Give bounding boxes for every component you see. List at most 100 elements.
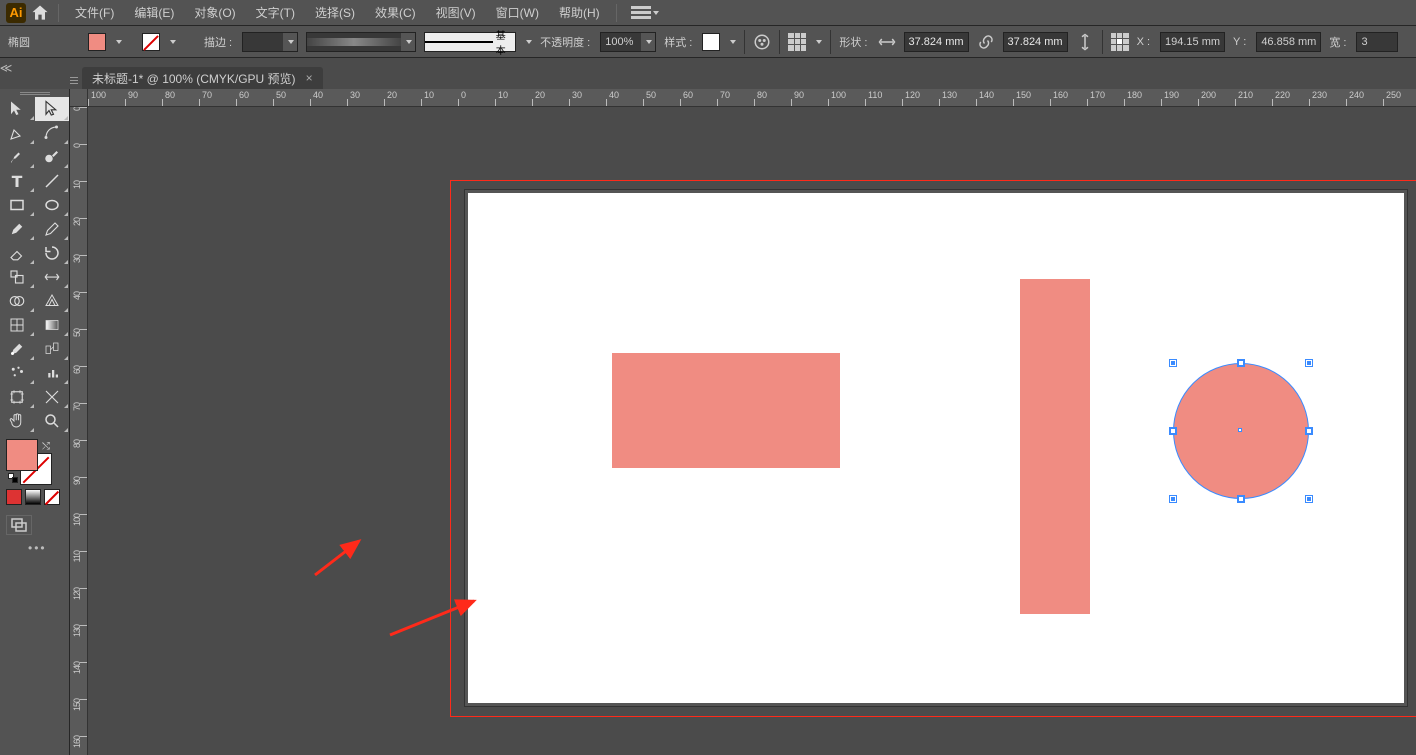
- tool-curvature[interactable]: [35, 121, 70, 145]
- tool-rotate[interactable]: [35, 241, 70, 265]
- menu-window[interactable]: 窗口(W): [488, 2, 547, 23]
- tool-type[interactable]: [0, 169, 35, 193]
- tool-artboard[interactable]: [0, 385, 35, 409]
- tool-blob-brush[interactable]: [35, 145, 70, 169]
- chevron-down-icon[interactable]: [526, 40, 532, 44]
- y-input[interactable]: 46.858 mm: [1256, 32, 1321, 52]
- document-tab[interactable]: 未标题-1* @ 100% (CMYK/GPU 预览) ×: [82, 67, 323, 89]
- tool-perspective[interactable]: [35, 289, 70, 313]
- artboard[interactable]: [468, 193, 1404, 703]
- tool-paintbrush[interactable]: [0, 217, 35, 241]
- width-link-icon[interactable]: [878, 33, 896, 51]
- document-tab-title: 未标题-1* @ 100% (CMYK/GPU 预览): [92, 70, 296, 87]
- color-mode-gradient[interactable]: [25, 489, 41, 505]
- menu-bar: Ai 文件(F) 编辑(E) 对象(O) 文字(T) 选择(S) 效果(C) 视…: [0, 0, 1416, 26]
- fill-swatch[interactable]: [88, 33, 106, 51]
- screen-mode-row: [6, 515, 63, 535]
- shape-height-input[interactable]: 37.824 mm: [1003, 32, 1068, 52]
- tool-gradient[interactable]: [35, 313, 70, 337]
- tool-graph[interactable]: [35, 361, 70, 385]
- panel-grip-icon[interactable]: [0, 89, 69, 97]
- y-label: Y :: [1233, 36, 1246, 48]
- panel-collapse-grip[interactable]: ≪: [0, 58, 12, 78]
- color-mode-color[interactable]: [6, 489, 22, 505]
- active-tool-name: 椭圆: [8, 34, 30, 50]
- tool-line[interactable]: [35, 169, 70, 193]
- fill-color-swatch[interactable]: [6, 439, 38, 471]
- brush-definition-dropdown[interactable]: 基本: [424, 32, 516, 52]
- tool-blend[interactable]: [35, 337, 70, 361]
- arrange-documents-button[interactable]: [625, 4, 659, 22]
- graphic-style-swatch[interactable]: [702, 33, 720, 51]
- tool-rectangle[interactable]: [0, 193, 35, 217]
- align-panel-icon[interactable]: [788, 33, 806, 51]
- tool-pencil[interactable]: [35, 217, 70, 241]
- stroke-weight-input[interactable]: [242, 32, 298, 52]
- menu-object[interactable]: 对象(O): [186, 2, 243, 23]
- color-mode-none[interactable]: [44, 489, 60, 505]
- tool-scale[interactable]: [0, 265, 35, 289]
- ruler-tick: 80: [70, 440, 88, 477]
- document-tab-row: 未标题-1* @ 100% (CMYK/GPU 预览) ×: [70, 67, 323, 89]
- chevron-down-icon[interactable]: [730, 40, 736, 44]
- ruler-tick: 200: [1198, 89, 1228, 107]
- screen-mode-button[interactable]: [6, 515, 32, 535]
- rectangle-shape-2[interactable]: [1020, 279, 1090, 614]
- tool-hand[interactable]: [0, 409, 35, 433]
- tool-shape-builder[interactable]: [0, 289, 35, 313]
- height-link-icon[interactable]: [1076, 33, 1094, 51]
- ruler-tick: 240: [1346, 89, 1376, 107]
- swap-fill-stroke-icon[interactable]: ⤭: [42, 441, 50, 452]
- ruler-tick: 190: [1161, 89, 1191, 107]
- opacity-input[interactable]: 100%: [600, 32, 656, 52]
- chevron-down-icon[interactable]: [816, 40, 822, 44]
- ruler-origin[interactable]: [70, 89, 88, 107]
- tool-pen[interactable]: [0, 121, 35, 145]
- tool-ellipse[interactable]: [35, 193, 70, 217]
- transform-reference-icon[interactable]: [1111, 33, 1129, 51]
- fill-stroke-control[interactable]: ⤭: [6, 439, 52, 485]
- recolor-icon[interactable]: [753, 33, 771, 51]
- wide-input[interactable]: 3: [1356, 32, 1398, 52]
- stroke-swatch[interactable]: [142, 33, 160, 51]
- ruler-tick: 70: [717, 89, 747, 107]
- close-icon[interactable]: ×: [306, 71, 313, 85]
- ruler-tick: 120: [70, 588, 88, 625]
- link-icon[interactable]: [977, 33, 995, 51]
- stroke-profile-dropdown[interactable]: [306, 32, 416, 52]
- ruler-horizontal[interactable]: 1009080706050403020100102030405060708090…: [88, 89, 1416, 107]
- ruler-tick: 90: [70, 477, 88, 514]
- menu-view[interactable]: 视图(V): [428, 2, 484, 23]
- menu-select[interactable]: 选择(S): [307, 2, 363, 23]
- canvas-area[interactable]: [88, 107, 1416, 755]
- x-label: X :: [1137, 36, 1150, 48]
- home-icon[interactable]: [30, 3, 50, 23]
- selection-box: [1173, 363, 1309, 499]
- menu-effect[interactable]: 效果(C): [367, 2, 424, 23]
- tool-brush[interactable]: [0, 145, 35, 169]
- default-fill-stroke-icon[interactable]: [8, 473, 18, 483]
- menu-file[interactable]: 文件(F): [67, 2, 122, 23]
- tool-symbol-sprayer[interactable]: [0, 361, 35, 385]
- menu-edit[interactable]: 编辑(E): [126, 2, 182, 23]
- tab-grip-icon[interactable]: [70, 71, 78, 89]
- tool-slice[interactable]: [35, 385, 70, 409]
- tool-eraser[interactable]: [0, 241, 35, 265]
- tool-eyedropper[interactable]: [0, 337, 35, 361]
- tool-zoom[interactable]: [35, 409, 70, 433]
- menu-help[interactable]: 帮助(H): [551, 2, 608, 23]
- x-input[interactable]: 194.15 mm: [1160, 32, 1225, 52]
- tool-selection[interactable]: [0, 97, 35, 121]
- ruler-tick: 90: [791, 89, 821, 107]
- tool-width[interactable]: [35, 265, 70, 289]
- ruler-vertical[interactable]: 0010203040506070809010011012013014015016…: [70, 107, 88, 755]
- menu-type[interactable]: 文字(T): [248, 2, 303, 23]
- rectangle-shape-1[interactable]: [612, 353, 840, 468]
- chevron-down-icon[interactable]: [170, 40, 176, 44]
- shape-width-input[interactable]: 37.824 mm: [904, 32, 969, 52]
- tool-mesh[interactable]: [0, 313, 35, 337]
- ruler-tick: 250: [1383, 89, 1413, 107]
- chevron-down-icon[interactable]: [116, 40, 122, 44]
- more-tools-icon[interactable]: •••: [28, 541, 69, 555]
- tool-direct-selection[interactable]: [35, 97, 70, 121]
